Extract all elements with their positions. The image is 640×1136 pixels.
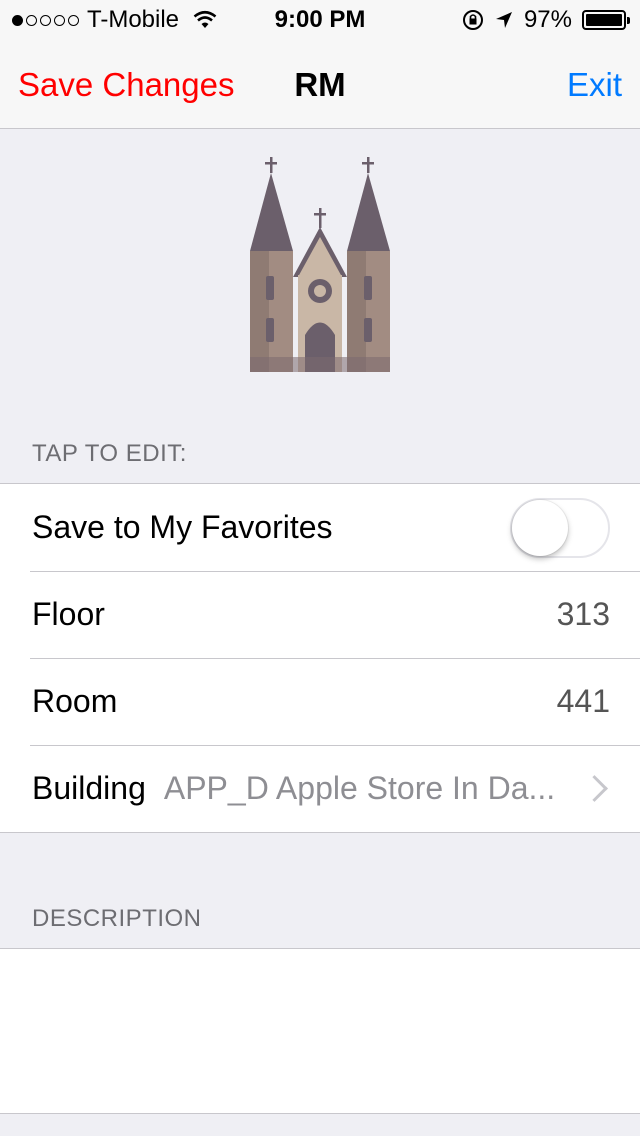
floor-label: Floor xyxy=(32,596,105,632)
room-row[interactable]: Room 441 xyxy=(0,658,640,745)
favorites-label: Save to My Favorites xyxy=(32,509,333,545)
edit-list: Save to My Favorites Floor 313 Room 441 … xyxy=(0,483,640,833)
status-right: 97% xyxy=(462,6,630,34)
tap-to-edit-header: TAP TO EDIT: xyxy=(32,440,187,467)
description-field[interactable] xyxy=(0,948,640,1114)
navigation-bar: RM Save Changes Exit xyxy=(0,40,640,129)
description-header: DESCRIPTION xyxy=(32,905,202,932)
floor-value: 313 xyxy=(556,596,610,632)
building-label: Building xyxy=(32,770,146,806)
building-row[interactable]: Building APP_D Apple Store In Da... xyxy=(0,745,640,832)
save-changes-button[interactable]: Save Changes xyxy=(18,66,234,104)
room-label: Room xyxy=(32,683,118,719)
favorites-row: Save to My Favorites xyxy=(0,484,640,571)
cathedral-icon xyxy=(250,157,390,372)
exit-button[interactable]: Exit xyxy=(567,66,622,104)
status-bar: T-Mobile 9:00 PM 97% xyxy=(0,0,640,40)
room-value: 441 xyxy=(556,683,610,719)
battery-percent: 97% xyxy=(523,6,572,33)
orientation-lock-icon xyxy=(462,10,483,30)
floor-row[interactable]: Floor 313 xyxy=(0,571,640,658)
chevron-right-icon xyxy=(581,775,608,802)
favorites-toggle[interactable] xyxy=(510,497,610,558)
location-arrow-icon xyxy=(495,12,512,28)
battery-icon xyxy=(582,10,630,30)
building-value: APP_D Apple Store In Da... xyxy=(163,770,556,806)
